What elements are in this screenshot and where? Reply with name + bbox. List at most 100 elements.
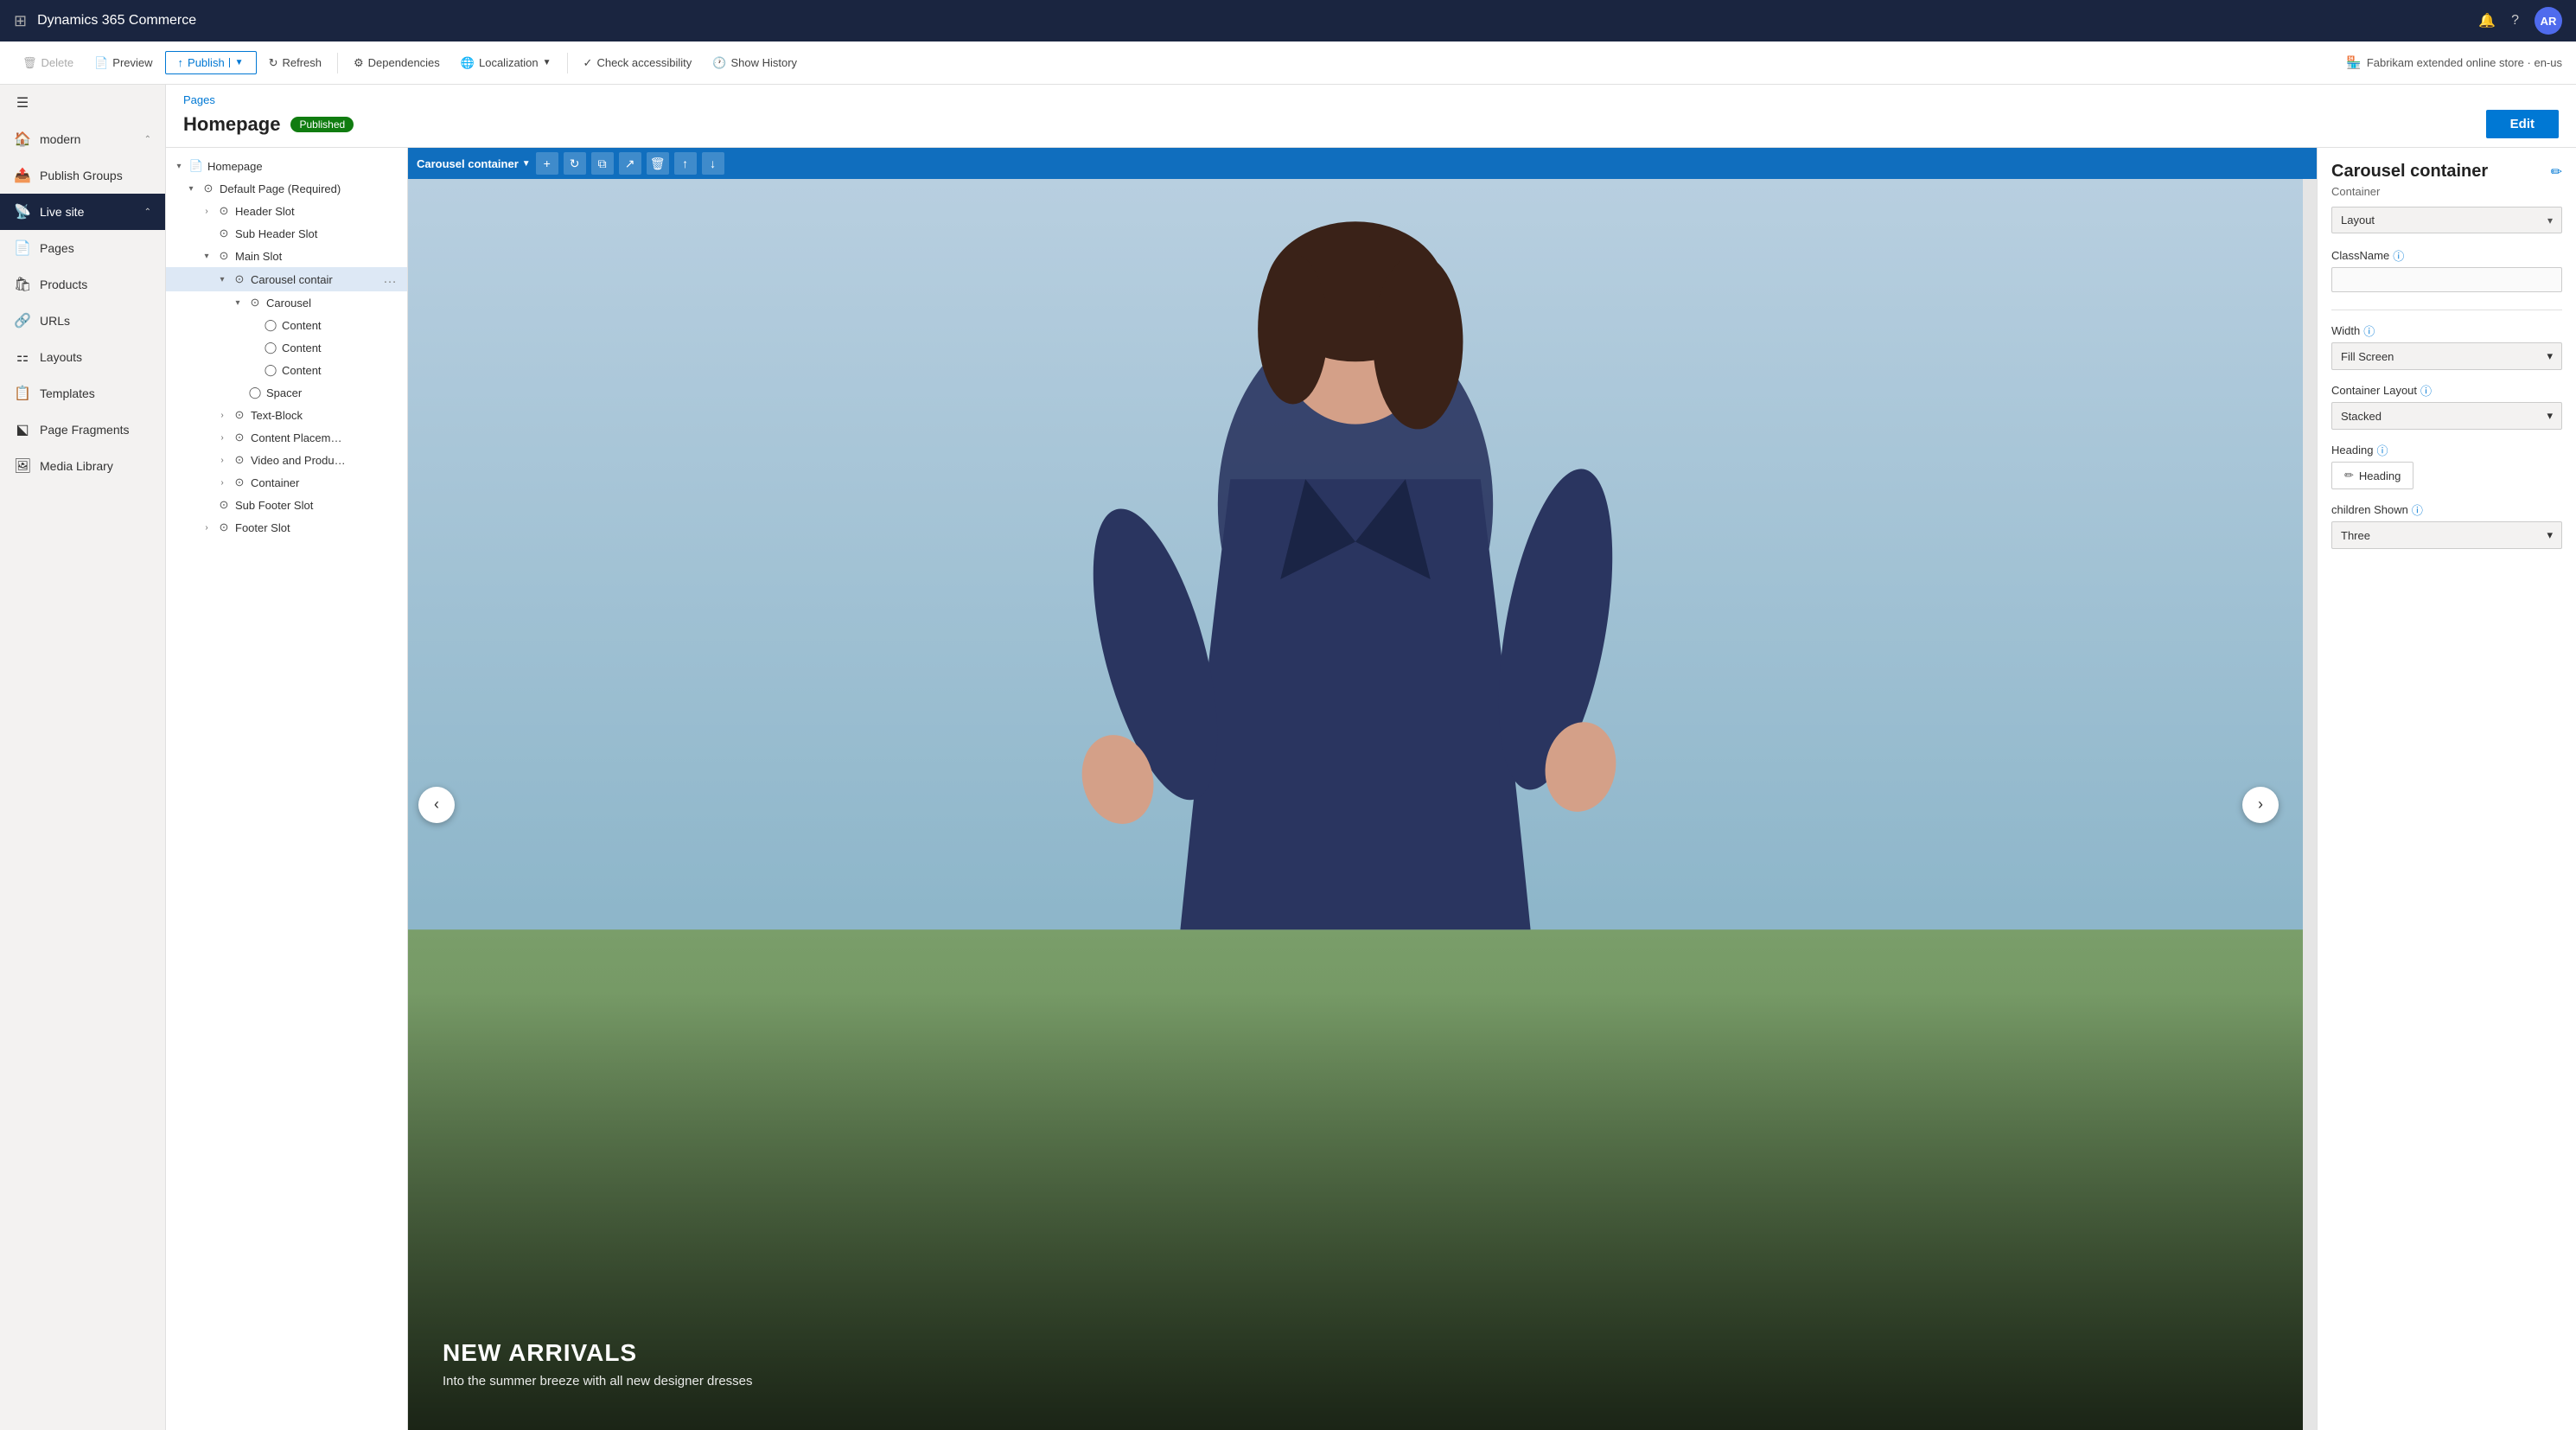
export-tool-button[interactable]: ↗ [619, 152, 641, 175]
live-site-icon: 📡 [14, 203, 31, 220]
empty-icon [247, 366, 259, 375]
dependencies-button[interactable]: ⚙ Dependencies [345, 51, 449, 75]
container-icon: ⊙ [232, 272, 247, 286]
chevron-icon: ⌃ [144, 135, 151, 144]
chevron-right-icon: › [201, 523, 213, 533]
carousel-background: NEW ARRIVALs Into the summer breeze with… [408, 179, 2303, 1430]
tree-item-main-slot[interactable]: ▾ ⊙ Main Slot [166, 245, 407, 267]
tree-item-carousel-container[interactable]: ▾ ⊙ Carousel contair … [166, 267, 407, 291]
classname-info-icon[interactable]: ⓘ [2393, 247, 2404, 264]
canvas-area: Carousel container ▼ + ↻ ⧉ ↗ 🗑 ↑ ↓ [408, 148, 2317, 1430]
sidebar-item-live-site[interactable]: 📡 Live site ⌃ [0, 194, 165, 230]
store-icon: 🏪 [2346, 55, 2361, 70]
children-shown-info-icon[interactable]: ⓘ [2412, 501, 2423, 518]
canvas-toolbar: Carousel container ▼ + ↻ ⧉ ↗ 🗑 ↑ ↓ [408, 148, 2317, 179]
pen-icon: ✏ [2344, 469, 2354, 482]
sidebar-item-pages[interactable]: 📄 Pages [0, 230, 165, 266]
tree-item-spacer[interactable]: ◯ Spacer [166, 381, 407, 404]
tree-item-container[interactable]: › ⊙ Container [166, 471, 407, 494]
layout-dropdown[interactable]: Layout ▾ [2331, 207, 2562, 233]
children-shown-dropdown[interactable]: Three ▾ [2331, 521, 2562, 549]
localization-button[interactable]: 🌐 Localization ▼ [452, 51, 560, 75]
tree-item-default-page[interactable]: ▾ ⊙ Default Page (Required) [166, 177, 407, 200]
avatar[interactable]: AR [2535, 7, 2562, 35]
sidebar-item-page-fragments[interactable]: ⬕ Page Fragments [0, 412, 165, 448]
publish-chevron[interactable]: ▼ [229, 58, 244, 67]
pages-icon: 📄 [14, 239, 31, 257]
grid-icon[interactable]: ⊞ [14, 12, 27, 30]
store-nav-icon: 🏠 [14, 131, 31, 148]
check-accessibility-button[interactable]: ✓ Check accessibility [575, 51, 701, 75]
sidebar-item-urls[interactable]: 🔗 URLs [0, 303, 165, 339]
sidebar-item-modern[interactable]: 🏠 modern ⌃ [0, 121, 165, 157]
status-badge: Published [290, 117, 354, 132]
refresh-button[interactable]: ↻ Refresh [260, 51, 330, 75]
tree-item-video-prod[interactable]: › ⊙ Video and Produ… [166, 449, 407, 471]
container-layout-dropdown[interactable]: Stacked ▾ [2331, 402, 2562, 430]
accessibility-icon: ✓ [583, 56, 593, 70]
tree-item-carousel[interactable]: ▾ ⊙ Carousel [166, 291, 407, 314]
delete-tool-button[interactable]: 🗑 [647, 152, 669, 175]
topbar: ⊞ Dynamics 365 Commerce 🔔 ? AR [0, 0, 2576, 41]
carousel-icon: ⊙ [247, 296, 263, 310]
sidebar: ☰ 🏠 modern ⌃ 📤 Publish Groups 📡 Live sit… [0, 85, 166, 1430]
container-layout-info-icon[interactable]: ⓘ [2420, 382, 2432, 399]
chevron-right-icon: › [216, 411, 228, 420]
move-down-button[interactable]: ↓ [702, 152, 724, 175]
refresh-tool-button[interactable]: ↻ [564, 152, 586, 175]
tree-item-header-slot[interactable]: › ⊙ Header Slot [166, 200, 407, 222]
chevron-right-icon: › [216, 478, 228, 488]
tree-item-content-placement[interactable]: › ⊙ Content Placem… [166, 426, 407, 449]
move-up-button[interactable]: ↑ [674, 152, 697, 175]
notification-icon[interactable]: 🔔 [2478, 12, 2496, 29]
app-title: Dynamics 365 Commerce [37, 13, 2468, 29]
content-icon: ◯ [263, 363, 278, 377]
sidebar-item-products[interactable]: 🛍 Products [0, 266, 165, 303]
sidebar-item-media-library[interactable]: 🖼 Media Library [0, 448, 165, 484]
publish-groups-icon: 📤 [14, 167, 31, 184]
tree-item-sub-footer-slot[interactable]: ⊙ Sub Footer Slot [166, 494, 407, 516]
tree-item-content-1[interactable]: ◯ Content [166, 314, 407, 336]
heading-button[interactable]: ✏ Heading [2331, 462, 2413, 489]
breadcrumb[interactable]: Pages [183, 93, 2559, 106]
tree-item-footer-slot[interactable]: › ⊙ Footer Slot [166, 516, 407, 539]
tree-item-sub-header-slot[interactable]: ⊙ Sub Header Slot [166, 222, 407, 245]
canvas-label-chevron: ▼ [522, 159, 531, 169]
panel-edit-icon[interactable]: ✏ [2551, 163, 2562, 181]
carousel-wrapper: NEW ARRIVALs Into the summer breeze with… [408, 179, 2303, 1430]
sidebar-item-publish-groups[interactable]: 📤 Publish Groups [0, 157, 165, 194]
classname-input[interactable] [2331, 267, 2562, 292]
chevron-down-icon: ▾ [173, 162, 185, 171]
edit-button[interactable]: Edit [2486, 110, 2559, 138]
width-info-icon[interactable]: ⓘ [2363, 322, 2375, 339]
preview-button[interactable]: 📄 Preview [86, 51, 161, 75]
content-icon: ◯ [263, 318, 278, 332]
copy-tool-button[interactable]: ⧉ [591, 152, 614, 175]
add-tool-button[interactable]: + [536, 152, 558, 175]
show-history-button[interactable]: 🕐 Show History [704, 51, 806, 75]
tree-item-content-2[interactable]: ◯ Content [166, 336, 407, 359]
store-info: 🏪 Fabrikam extended online store · en-us [2346, 55, 2562, 70]
children-shown-label: children Shown ⓘ [2331, 501, 2562, 518]
tree-item-text-block[interactable]: › ⊙ Text-Block [166, 404, 407, 426]
separator-2 [567, 53, 568, 73]
help-icon[interactable]: ? [2511, 13, 2519, 29]
sidebar-toggle[interactable]: ☰ [0, 85, 165, 121]
chevron-right-icon: › [216, 433, 228, 443]
heading-info-icon[interactable]: ⓘ [2376, 442, 2388, 458]
more-options-icon[interactable]: … [379, 271, 400, 287]
page-node-icon: ⊙ [201, 182, 216, 195]
sidebar-item-layouts[interactable]: ⚏ Layouts [0, 339, 165, 375]
canvas-toolbar-label: Carousel container ▼ [417, 157, 531, 170]
carousel-prev-button[interactable]: ‹ [418, 787, 455, 823]
width-dropdown[interactable]: Fill Screen ▾ [2331, 342, 2562, 370]
dependencies-icon: ⚙ [354, 56, 364, 70]
sidebar-item-templates[interactable]: 📋 Templates [0, 375, 165, 412]
carousel-next-button[interactable]: › [2242, 787, 2279, 823]
carousel-text: NEW ARRIVALs Into the summer breeze with… [443, 1339, 753, 1389]
tree-item-content-3[interactable]: ◯ Content [166, 359, 407, 381]
tree-item-homepage[interactable]: ▾ 📄 Homepage [166, 155, 407, 177]
publish-button[interactable]: ↑ Publish ▼ [165, 51, 257, 74]
container-node-icon: ⊙ [232, 476, 247, 489]
delete-button[interactable]: 🗑 Delete [14, 51, 82, 75]
